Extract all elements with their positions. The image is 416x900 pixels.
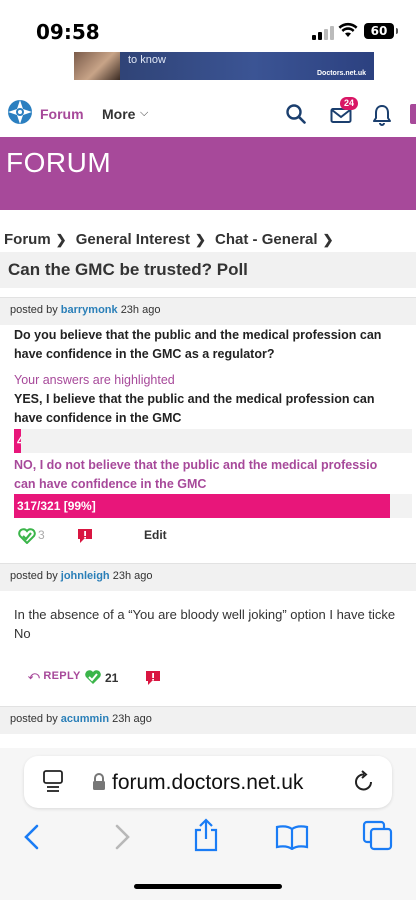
- thread-title-bar: Can the GMC be trusted? Poll: [0, 252, 416, 288]
- ad-brand: Doctors.net.uk: [316, 70, 366, 77]
- chevron-down-icon[interactable]: ⌵: [140, 107, 148, 120]
- poll-option-yes-line-2: have confidence in the GMC: [14, 411, 182, 425]
- breadcrumb: Forum ❯ General Interest ❯ Chat - General ❯: [4, 231, 338, 248]
- like-heart-icon[interactable]: [18, 528, 36, 544]
- search-icon[interactable]: [286, 104, 306, 124]
- posted-by-label: posted by: [10, 713, 58, 725]
- post-time: 23h ago: [112, 713, 152, 725]
- banner-title: FORUM: [6, 147, 112, 178]
- url-text[interactable]: forum.doctors.net.uk: [112, 771, 303, 795]
- poll-question-line-2: have confidence in the GMC as a regulato…: [14, 347, 275, 361]
- post-body-line-1: In the absence of a “You are bloody well…: [14, 607, 396, 622]
- post-author-link[interactable]: acummin: [61, 713, 109, 725]
- cellular-signal-icon: [312, 26, 334, 40]
- wifi-icon: [338, 22, 358, 37]
- nav-forum-link[interactable]: Forum: [40, 106, 84, 122]
- site-logo-icon[interactable]: [6, 98, 34, 126]
- poll-option-no-line-1: NO, I do not believe that the public and…: [14, 458, 378, 472]
- bookmarks-icon[interactable]: [274, 824, 310, 850]
- ad-photo: [74, 52, 120, 80]
- post-time: 23h ago: [112, 570, 153, 582]
- post-header: posted by acummin 23h ago: [0, 706, 416, 734]
- like-count: 3: [38, 528, 45, 542]
- ad-text: to know: [128, 54, 166, 66]
- report-flag-icon[interactable]: [144, 669, 162, 687]
- posted-by-label: posted by: [10, 304, 58, 316]
- home-indicator: [134, 884, 282, 889]
- posted-by-label: posted by: [10, 570, 58, 582]
- share-icon[interactable]: [192, 818, 220, 852]
- poll-question-line-1: Do you believe that the public and the m…: [14, 328, 382, 342]
- reply-button[interactable]: ⤺ REPLY: [28, 670, 81, 683]
- like-count: 21: [105, 671, 119, 685]
- breadcrumb-forum[interactable]: Forum: [4, 231, 51, 248]
- ad-banner[interactable]: to know Doctors.net.uk: [74, 52, 374, 80]
- poll-option-no-line-2: can have confidence in the GMC: [14, 477, 207, 491]
- side-tab[interactable]: [410, 104, 416, 124]
- lock-icon: [93, 773, 105, 790]
- edit-button[interactable]: Edit: [144, 528, 167, 542]
- chevron-right-icon: ❯: [55, 232, 67, 247]
- chevron-right-icon: ❯: [194, 232, 206, 247]
- reply-label: REPLY: [43, 670, 81, 682]
- reader-mode-icon[interactable]: [42, 770, 64, 794]
- status-time: 09:58: [36, 20, 100, 44]
- nav-more-menu[interactable]: More: [102, 106, 135, 122]
- poll-bar-no: 317/321 [99%]: [14, 494, 390, 518]
- forward-arrow-icon[interactable]: [112, 823, 132, 851]
- battery-icon: 60: [364, 23, 398, 39]
- post-time: 23h ago: [120, 304, 161, 316]
- post-body-line-2: No: [14, 626, 31, 641]
- poll-bar-yes-track: [14, 429, 412, 453]
- breadcrumb-general-interest[interactable]: General Interest: [76, 231, 190, 248]
- post-header: posted by johnleigh 23h ago: [0, 563, 416, 591]
- poll-option-yes-line-1: YES, I believe that the public and the m…: [14, 392, 375, 406]
- thread-title: Can the GMC be trusted? Poll: [8, 260, 248, 279]
- reply-arrow-icon: ⤺: [28, 670, 41, 682]
- bell-icon[interactable]: [372, 104, 392, 126]
- chevron-right-icon: ❯: [322, 232, 334, 247]
- post-header: posted by barrymonk 23h ago: [0, 297, 416, 325]
- mail-badge: 24: [340, 97, 359, 110]
- reload-icon[interactable]: [353, 769, 375, 793]
- tabs-icon[interactable]: [362, 820, 394, 852]
- forum-banner: FORUM: [0, 137, 416, 210]
- status-bar: 09:58 60: [0, 0, 416, 52]
- back-arrow-icon[interactable]: [22, 823, 42, 851]
- highlight-note: Your answers are highlighted: [14, 373, 175, 387]
- post-author-link[interactable]: barrymonk: [61, 304, 118, 316]
- post-author-link[interactable]: johnleigh: [61, 570, 110, 582]
- breadcrumb-chat-general[interactable]: Chat - General: [215, 231, 318, 248]
- like-heart-icon[interactable]: [84, 669, 102, 685]
- poll-bar-yes: 4: [14, 429, 21, 453]
- post-actions: 3 Edit: [0, 524, 416, 548]
- report-flag-icon[interactable]: [76, 527, 94, 545]
